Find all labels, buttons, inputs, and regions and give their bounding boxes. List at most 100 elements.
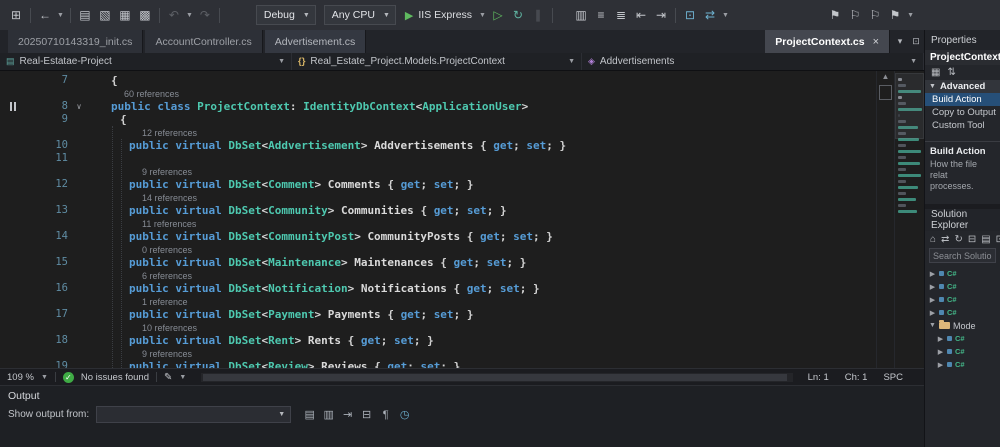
- solution-configurations-dropdown[interactable]: Debug ▼: [255, 5, 316, 25]
- properties-panel-header[interactable]: Properties: [925, 30, 1000, 50]
- code-text[interactable]: public virtual DbSet<Rent> Rents { get; …: [90, 334, 876, 347]
- close-icon[interactable]: ×: [873, 36, 879, 48]
- decrease-indent-icon[interactable]: ⇤: [631, 5, 651, 26]
- chevron-icon[interactable]: ▶: [929, 309, 936, 317]
- chevron-down-icon[interactable]: ▼: [186, 12, 193, 19]
- fold-margin[interactable]: ∨: [68, 100, 90, 113]
- codelens-text[interactable]: 9 references: [90, 165, 876, 179]
- chevron-icon[interactable]: ▶: [937, 348, 944, 356]
- glyph-margin[interactable]: [0, 102, 26, 111]
- chevron-down-icon[interactable]: ▼: [57, 12, 64, 19]
- comment-out-icon[interactable]: ≡: [591, 5, 611, 26]
- codelens-references-link[interactable]: 12 references: [142, 128, 197, 138]
- code-text[interactable]: public virtual DbSet<Notification> Notif…: [90, 282, 876, 295]
- column-indicator[interactable]: Ch: 1: [845, 372, 868, 383]
- toggle-bookmark-icon[interactable]: ⚑: [825, 5, 845, 26]
- new-file-icon[interactable]: ▤: [75, 5, 95, 26]
- prev-bookmark-icon[interactable]: ⚐: [845, 5, 865, 26]
- categorized-icon[interactable]: ▦: [931, 67, 940, 78]
- codelens-references-link[interactable]: 14 references: [142, 193, 197, 203]
- chevron-down-icon[interactable]: ▼: [722, 12, 729, 19]
- breadcrumb-type-dropdown[interactable]: {} Real_Estate_Project.Models.ProjectCon…: [292, 53, 582, 70]
- code-text[interactable]: public virtual DbSet<CommunityPost> Comm…: [90, 230, 876, 243]
- codelens-text[interactable]: 9 references: [90, 347, 876, 361]
- code-editor[interactable]: 7{60 references 8 ∨ public class ProjectCon…: [0, 71, 876, 368]
- breadcrumb-project-dropdown[interactable]: ▤ Real-Estatae-Project ▼: [0, 53, 292, 70]
- tab-projectcontext[interactable]: ProjectContext.cs ×: [765, 30, 890, 53]
- increase-indent-icon[interactable]: ⇥: [651, 5, 671, 26]
- horizontal-scrollbar-thumb[interactable]: [203, 373, 787, 381]
- tree-item-csharp-file[interactable]: ▶ C#: [925, 332, 1000, 345]
- chevron-icon[interactable]: ▶: [937, 361, 944, 369]
- chevron-icon[interactable]: ▶: [929, 296, 936, 304]
- start-window-icon[interactable]: ⊞: [6, 5, 26, 26]
- code-text[interactable]: {: [90, 113, 876, 126]
- chevron-down-icon[interactable]: ▼: [479, 12, 486, 19]
- code-text[interactable]: public virtual DbSet<Comment> Comments {…: [90, 178, 876, 191]
- home-icon[interactable]: ⌂: [930, 234, 936, 245]
- open-file-icon[interactable]: ▧: [95, 5, 115, 26]
- chevron-icon[interactable]: ▶: [929, 270, 936, 278]
- chevron-icon[interactable]: ▶: [937, 335, 944, 343]
- properties-icon[interactable]: ⊡: [996, 234, 1000, 245]
- switch-views-icon[interactable]: ⇄: [941, 234, 949, 245]
- code-text[interactable]: public virtual DbSet<Payment> Payments {…: [90, 308, 876, 321]
- vertical-scrollbar[interactable]: ▲: [876, 71, 894, 368]
- code-map-icon[interactable]: ⊡: [680, 5, 700, 26]
- document-dropdown-icon[interactable]: ▾: [892, 36, 908, 47]
- save-icon[interactable]: ▦: [115, 5, 135, 26]
- chevron-icon[interactable]: ▼: [929, 322, 936, 329]
- alphabetical-icon[interactable]: ⇅: [947, 67, 955, 78]
- codelens-references-link[interactable]: 60 references: [124, 89, 179, 99]
- clear-bookmarks-icon[interactable]: ⚑: [885, 5, 905, 26]
- code-text[interactable]: public class ProjectContext: IdentityDbC…: [90, 100, 876, 113]
- space-mode-indicator[interactable]: SPC: [883, 372, 903, 383]
- codelens-text[interactable]: 11 references: [90, 217, 876, 231]
- property-row-build-action[interactable]: Build Action: [925, 93, 1000, 106]
- tree-item-csharp-file[interactable]: ▶ C#: [925, 306, 1000, 319]
- codelens-references-link[interactable]: 1 reference: [142, 297, 188, 307]
- messages-icon[interactable]: ▥: [320, 406, 337, 423]
- scrollbar-thumb[interactable]: [879, 85, 892, 100]
- codelens-text[interactable]: 6 references: [90, 269, 876, 283]
- refresh-icon[interactable]: ↻: [954, 234, 962, 245]
- property-row-copy-to-output[interactable]: Copy to Output: [925, 106, 1000, 119]
- code-text[interactable]: public virtual DbSet<Addvertisement> Add…: [90, 139, 876, 152]
- codelens-text[interactable]: 1 reference: [90, 295, 876, 309]
- history-icon[interactable]: ◷: [396, 406, 413, 423]
- property-row-custom-tool[interactable]: Custom Tool: [925, 119, 1000, 132]
- chevron-icon[interactable]: ▶: [929, 283, 936, 291]
- start-debugging-button[interactable]: ▶ IIS Express: [400, 9, 477, 22]
- line-indicator[interactable]: Ln: 1: [808, 372, 829, 383]
- clear-all-icon[interactable]: ⊟: [358, 406, 375, 423]
- uncomment-icon[interactable]: ≣: [611, 5, 631, 26]
- split-window-icon[interactable]: ⊡: [908, 36, 924, 47]
- code-text[interactable]: public virtual DbSet<Review> Reviews { g…: [90, 360, 876, 368]
- codelens-references-link[interactable]: 10 references: [142, 323, 197, 333]
- issues-status[interactable]: No issues found: [81, 372, 149, 383]
- toggle-wrap-icon[interactable]: ¶: [377, 406, 394, 423]
- horizontal-scrollbar[interactable]: [201, 372, 793, 382]
- codelens-references-link[interactable]: 9 references: [142, 167, 192, 177]
- code-text[interactable]: public virtual DbSet<Community> Communit…: [90, 204, 876, 217]
- show-all-files-icon[interactable]: ▤: [981, 234, 990, 245]
- tree-item-csharp-file[interactable]: ▶ C#: [925, 280, 1000, 293]
- tree-item-csharp-file[interactable]: ▶ C#: [925, 293, 1000, 306]
- codelens-references-link[interactable]: 0 references: [142, 245, 192, 255]
- hot-reload-icon[interactable]: ↻: [508, 5, 528, 26]
- codelens-text[interactable]: 0 references: [90, 243, 876, 257]
- show-output-from-dropdown[interactable]: ▼: [96, 406, 292, 423]
- codelens-text[interactable]: 10 references: [90, 321, 876, 335]
- chevron-down-icon[interactable]: ▼: [907, 12, 914, 19]
- navigate-back-icon[interactable]: ←: [35, 5, 55, 26]
- codelens-references-link[interactable]: 9 references: [142, 349, 192, 359]
- zoom-control[interactable]: 109 %: [7, 372, 34, 383]
- collapse-all-icon[interactable]: ⊟: [968, 234, 976, 245]
- solution-explorer-search-input[interactable]: [929, 248, 996, 263]
- properties-section-advanced[interactable]: ▼ Advanced: [925, 80, 1000, 93]
- code-text[interactable]: {: [90, 74, 876, 87]
- codelens-references-link[interactable]: 11 references: [142, 219, 196, 229]
- tab-accountcontroller-cs[interactable]: AccountController.cs: [145, 30, 263, 53]
- tree-item-csharp-file[interactable]: ▶ C#: [925, 358, 1000, 371]
- codelens-text[interactable]: 12 references: [90, 126, 876, 140]
